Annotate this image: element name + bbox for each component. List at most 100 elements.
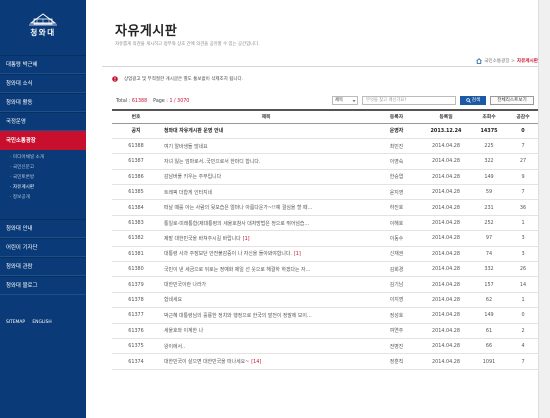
nav-item-president[interactable]: 대통령 박근혜 <box>0 55 86 74</box>
breadcrumb-current: 자유게시판 <box>516 59 538 64</box>
post-title-link[interactable]: 세울호와 이계한 나 <box>164 328 203 334</box>
nav-item-kids[interactable]: 어린이 기자단 <box>0 238 86 257</box>
row-title[interactable]: 박근혜 대통령님의 훌륭한 정치와 행정으로 한국의 발전이 정말에 보이… <box>160 307 372 324</box>
table-row[interactable]: 61383 통일로-미래통합(제대통령의 세울호참사 대처방법은 정으로 뛰어넘습… <box>112 215 539 232</box>
nav-item-news[interactable]: 청와대 소식 <box>0 74 86 93</box>
table-row[interactable]: 61384 떠날 때를 아는 사람의 뒷모습은 얼마나 아름다운가~!!예 결심을… <box>112 199 539 216</box>
sub-item-media[interactable]: 미디어채널 소개 <box>0 153 86 163</box>
row-number: 61386 <box>112 169 160 186</box>
search-button[interactable]: 검색 <box>460 96 486 105</box>
row-number: 61380 <box>112 261 160 278</box>
table-row[interactable]: 61381 대통령 사과 주장보단 안전불감증이 나 자신을 돌아봐야합니다. [1… <box>112 246 539 263</box>
post-title-link[interactable]: 박근혜 대통령님의 훌륭한 정치와 행정으로 한국의 발전이 정말에 보이… <box>164 313 312 319</box>
row-likes: 7 <box>507 138 539 155</box>
header-writer: 등록자 <box>372 109 421 124</box>
row-writer: 이동수 <box>372 230 421 247</box>
nav-item-guide[interactable]: 청와대 안내 <box>0 219 86 238</box>
post-title-link[interactable]: 합네세요 <box>164 297 182 303</box>
table-row[interactable]: 61385 트레픽 더합게 인터지네 윤지영 2014.04.28 59 7 <box>112 184 539 201</box>
table-row[interactable]: 61388 여기 알바생들 많네요 최민진 2014.04.28 225 7 <box>112 138 539 155</box>
row-title[interactable]: 세울호와 이계한 나 <box>160 323 372 339</box>
table-row[interactable]: 61387 자녀 잃는 엄마로서..국민으로서 한마디 합니다. 이영숙 2014.0… <box>112 153 539 170</box>
row-likes: 4 <box>507 338 539 355</box>
table-row[interactable]: 61386 감남버풀 키우는 주무입니다 한승엽 2014.04.28 149 9 <box>112 169 539 186</box>
header-date: 등록일 <box>421 109 471 124</box>
nav-item-blog[interactable]: 청와대 블로그 <box>0 276 86 295</box>
board-table: 번호 제목 등록자 등록일 조회수 공감수 공지 청와대 자유게시판 운영 안내 운… <box>112 109 539 370</box>
board-toolbar: Total : 61388 Page : 1 / 3070 제목 무엇을 찾고 … <box>116 96 534 106</box>
table-row[interactable]: 61374 대한민국이 살으면 대한민국을 떠나세요~ [14] 정훈직 2014.04… <box>112 353 539 370</box>
post-title-link[interactable]: 제발 대한민국을 바쳐주시길 바랍니다 <box>164 236 241 242</box>
home-icon[interactable] <box>476 58 482 64</box>
search-input[interactable]: 무엇을 찾고 계신가요? <box>362 96 456 105</box>
sub-item-free-board[interactable]: 자유게시판 <box>0 183 86 193</box>
row-writer: 전병진 <box>372 338 421 355</box>
breadcrumb-section[interactable]: 국민소통광장 > <box>484 58 515 64</box>
post-title-link[interactable]: 왕이에서.. <box>164 344 185 350</box>
row-writer: 이지영 <box>372 292 421 309</box>
row-title[interactable]: 떠날 때를 아는 사람의 뒷모습은 얼마나 아름다운가~!!예 결심을 할 때… <box>160 199 372 216</box>
table-row[interactable]: 61380 국민이 낸 세금으로 뒤로는 정예화 제일 선 웃으로 해결하 하겠다… <box>112 261 539 278</box>
sidebar-footer: SITEMAP ENGLISH <box>6 320 58 325</box>
sub-item-debate[interactable]: 국민토론방 <box>0 173 86 183</box>
row-title[interactable]: 대통령 사과 주장보단 안전불감증이 나 자신을 돌아봐야합니다. [1] <box>160 246 372 263</box>
row-title[interactable]: 왕이에서.. <box>160 338 372 355</box>
post-title-link[interactable]: 청와대 자유게시판 운영 안내 <box>164 128 223 134</box>
post-title-link[interactable]: 대한민국이란 나라가 <box>164 282 206 288</box>
row-views: 62 <box>471 292 507 309</box>
row-likes: 27 <box>507 153 539 170</box>
row-title[interactable]: 여기 알바생들 많네요 <box>160 138 372 155</box>
row-title[interactable]: 통일로-미래통합(제대통령의 세울호참사 대처방법은 정으로 뛰어넘습… <box>160 215 372 232</box>
sub-item-petition[interactable]: 국민신문고 <box>0 163 86 173</box>
post-title-link[interactable]: 트레픽 더합게 인터지네 <box>164 190 212 196</box>
post-title-link[interactable]: 감남버풀 키우는 주무입니다 <box>164 174 221 180</box>
table-row[interactable]: 61377 박근혜 대통령님의 훌륭한 정치와 행정으로 한국의 발전이 정말에 … <box>112 307 539 324</box>
row-writer: 이해호 <box>372 215 421 232</box>
logo[interactable]: 청와대 <box>18 10 68 40</box>
row-views: 97 <box>471 230 507 247</box>
row-title[interactable]: 트레픽 더합게 인터지네 <box>160 184 372 201</box>
row-title[interactable]: 자녀 잃는 엄마로서..국민으로서 한마디 합니다. <box>160 153 372 170</box>
post-title-link[interactable]: 국민이 낸 세금으로 뒤로는 정예화 제일 선 웃으로 해결하 하겠다는 자… <box>164 267 310 273</box>
nav-item-tour[interactable]: 청와대 관람 <box>0 257 86 276</box>
row-title[interactable]: 합네세요 <box>160 292 372 309</box>
search-field-select[interactable]: 제목 <box>332 96 358 105</box>
post-title-link[interactable]: 대통령 사과 주장보단 안전불감증이 나 자신을 돌아봐야합니다. <box>164 251 292 257</box>
post-title-link[interactable]: 대한민국이 살으면 대한민국을 떠나세요~ <box>164 359 249 365</box>
row-title[interactable]: 국민이 낸 세금으로 뒤로는 정예화 제일 선 웃으로 해결하 하겠다는 자… <box>160 261 372 278</box>
header-likes: 공감수 <box>507 109 539 124</box>
nav-item-activities[interactable]: 청와대 활동 <box>0 93 86 112</box>
row-views: 74 <box>471 246 507 263</box>
row-likes: 36 <box>507 199 539 216</box>
row-number: 61385 <box>112 184 160 201</box>
row-title[interactable]: 제발 대한민국을 바쳐주시길 바랍니다 [1] <box>160 230 372 247</box>
row-likes: 7 <box>507 353 539 370</box>
post-title-link[interactable]: 떠날 때를 아는 사람의 뒷모습은 얼마나 아름다운가~!!예 결심을 할 때… <box>164 205 312 211</box>
row-writer: 정성호 <box>372 307 421 324</box>
nav-item-governance[interactable]: 국정운영 <box>0 112 86 131</box>
row-title[interactable]: 감남버풀 키우는 주무입니다 <box>160 169 372 186</box>
post-title-link[interactable]: 자녀 잃는 엄마로서..국민으로서 한마디 합니다. <box>164 159 260 165</box>
row-writer: 김기남 <box>372 276 421 293</box>
english-link[interactable]: ENGLISH <box>32 320 51 325</box>
post-title-link[interactable]: 통일로-미래통합(제대통령의 세울호참사 대처방법은 정으로 뛰어넘습… <box>164 221 309 227</box>
row-date: 2014.04.28 <box>421 153 471 170</box>
table-row[interactable]: 61378 합네세요 이지영 2014.04.28 62 1 <box>112 292 539 309</box>
table-row[interactable]: 61382 제발 대한민국을 바쳐주시길 바랍니다 [1] 이동수 2014.04.28… <box>112 230 539 247</box>
sitemap-link[interactable]: SITEMAP <box>6 320 25 325</box>
row-views: 61 <box>471 323 507 339</box>
view-all-button[interactable]: 전체리스트보기 <box>490 96 534 105</box>
post-title-link[interactable]: 여기 알바생들 많네요 <box>164 144 208 150</box>
notice-row[interactable]: 공지 청와대 자유게시판 운영 안내 운영자 2013.12.24 14375 0 <box>112 123 539 139</box>
sub-nav: 미디어채널 소개 국민신문고 국민토론방 자유게시판 정보공개 <box>0 150 86 209</box>
table-row[interactable]: 61379 대한민국이란 나라가 김기남 2014.04.28 157 14 <box>112 276 539 293</box>
scrollbar[interactable] <box>538 0 550 418</box>
sub-item-disclosure[interactable]: 정보공개 <box>0 193 86 203</box>
magnifier-icon <box>466 98 471 103</box>
nav-item-communication[interactable]: 국민소통광장 <box>0 131 86 150</box>
table-row[interactable]: 61376 세울호와 이계한 나 여연주 2014.04.28 61 2 <box>112 323 539 339</box>
row-title[interactable]: 대한민국이란 나라가 <box>160 276 372 293</box>
row-title[interactable]: 청와대 자유게시판 운영 안내 <box>160 123 372 139</box>
row-title[interactable]: 대한민국이 살으면 대한민국을 떠나세요~ [14] <box>160 353 372 370</box>
table-row[interactable]: 61375 왕이에서.. 전병진 2014.04.28 66 4 <box>112 338 539 355</box>
